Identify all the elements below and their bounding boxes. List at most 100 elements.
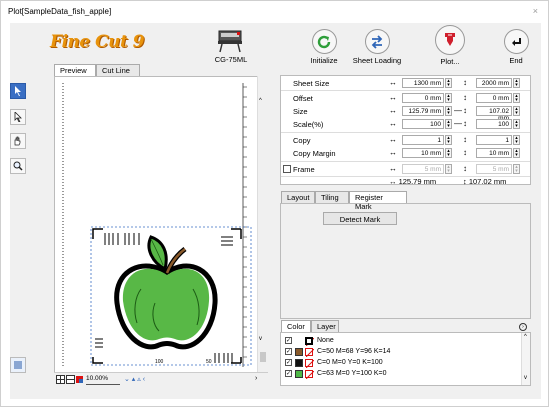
scale-width-field[interactable]: 100 <box>402 119 444 129</box>
list-view-icon[interactable] <box>10 357 26 373</box>
size-height-spinner[interactable]: ▴ ▾ <box>513 106 520 116</box>
scroll-right-icon[interactable]: › <box>255 375 257 382</box>
copy-x-field[interactable]: 1 <box>402 135 444 145</box>
color-swatch <box>295 359 303 367</box>
scale-height-field[interactable]: 100 <box>476 119 512 129</box>
plot-button[interactable]: Plot... <box>430 25 470 66</box>
end-label: End <box>509 56 523 65</box>
width-arrow-icon: ↔ <box>389 119 397 128</box>
pen-swatch <box>305 370 315 380</box>
tab-layer[interactable]: Layer <box>311 320 339 332</box>
width-arrow-icon: ↔ <box>389 164 397 173</box>
color-checkbox[interactable]: ✓ <box>285 348 292 355</box>
preview-vertical-scrollbar[interactable]: ^ v <box>257 76 268 372</box>
link-icon[interactable]: — <box>454 106 462 115</box>
swap-arrows-icon <box>364 29 390 54</box>
scroll-thumb[interactable] <box>260 352 266 362</box>
offset-x-field[interactable]: 0 mm <box>402 93 444 103</box>
sheet-height-field[interactable]: 2000 mm <box>476 78 512 88</box>
plot-icon <box>435 25 465 55</box>
copy-y-spinner[interactable]: ▴ ▾ <box>513 135 520 145</box>
list-item[interactable]: ✓ None <box>285 336 523 347</box>
copy-label: Copy <box>293 136 311 145</box>
scroll-up-icon[interactable]: ^ <box>259 98 267 106</box>
summary-width: ↔ 125.79 mm <box>389 177 437 186</box>
zoom-icon[interactable] <box>10 158 26 174</box>
initialize-label: Initialize <box>310 56 338 65</box>
size-width-spinner[interactable]: ▴ ▾ <box>445 106 452 116</box>
client-area: Fine Cut 9 CG-75ML Initialize Sheet Load… <box>10 23 541 399</box>
initialize-button[interactable]: Initialize <box>302 29 346 65</box>
list-item[interactable]: ✓ C=63 M=0 Y=100 K=0 <box>285 369 523 380</box>
scroll-down-icon[interactable]: v <box>259 336 267 344</box>
copy-margin-x-spinner[interactable]: ▴ ▾ <box>445 148 452 158</box>
list-item[interactable]: ✓ C=50 M=68 Y=96 K=14 <box>285 347 523 358</box>
return-icon <box>503 29 529 54</box>
copy-margin-y-field[interactable]: 10 mm <box>476 148 512 158</box>
height-arrow-icon: ↕ <box>463 106 467 115</box>
select-arrow-icon[interactable] <box>10 83 26 99</box>
tab-color[interactable]: Color <box>281 320 311 332</box>
sheet-loading-label: Sheet Loading <box>352 56 402 65</box>
apple-artwork <box>114 235 218 350</box>
tab-register-mark[interactable]: Register Mark <box>349 191 407 211</box>
plotter-icon <box>218 30 242 53</box>
offset-y-spinner[interactable]: ▴ ▾ <box>513 93 520 103</box>
color-list-scrollbar[interactable]: ^ v <box>521 333 530 385</box>
tab-tiling[interactable]: Tiling <box>315 191 349 203</box>
sheet-height-spinner[interactable]: ▴ ▾ <box>513 78 520 88</box>
frame-checkbox[interactable] <box>283 165 291 173</box>
frame-x-spinner: ▴ ▾ <box>445 164 452 174</box>
zoom-field[interactable]: 10.00% <box>86 375 120 385</box>
sheet-loading-button[interactable]: Sheet Loading <box>349 29 405 65</box>
offset-y-field[interactable]: 0 mm <box>476 93 512 103</box>
menu-arrow-icon[interactable]: › <box>519 323 527 331</box>
size-label: Size <box>293 107 308 116</box>
window-title: Plot[SampleData_fish_apple] <box>8 7 112 16</box>
preview-drawing <box>62 83 252 367</box>
link-icon[interactable]: — <box>454 119 462 128</box>
tab-layout[interactable]: Layout <box>281 191 315 203</box>
tab-cut-line[interactable]: Cut Line <box>96 64 140 76</box>
scale-height-spinner[interactable]: ▴ ▾ <box>513 119 520 129</box>
size-height-field[interactable]: 107.02 mm <box>476 106 512 122</box>
height-arrow-icon: ↕ <box>463 164 467 173</box>
copy-y-field[interactable]: 1 <box>476 135 512 145</box>
color-list: ✓ None ✓ C=50 M=68 Y=96 K=14 ✓ C=0 M=0 Y… <box>280 332 531 386</box>
close-icon[interactable]: × <box>533 6 538 16</box>
copy-x-spinner[interactable]: ▴ ▾ <box>445 135 452 145</box>
height-arrow-icon: ↕ <box>463 148 467 157</box>
copy-margin-y-spinner[interactable]: ▴ ▾ <box>513 148 520 158</box>
sheet-width-field[interactable]: 1300 mm <box>402 78 444 88</box>
refresh-icon <box>311 29 337 54</box>
color-checkbox[interactable]: ✓ <box>285 370 292 377</box>
view-mode-icons[interactable] <box>56 375 84 385</box>
detect-mark-button[interactable]: Detect Mark <box>323 212 397 225</box>
color-name: C=50 M=68 Y=96 K=14 <box>317 348 391 355</box>
node-arrow-icon[interactable] <box>10 109 26 125</box>
size-width-field[interactable]: 125.79 mm <box>402 106 444 116</box>
frame-y-spinner: ▴ ▾ <box>513 164 520 174</box>
offset-x-spinner[interactable]: ▴ ▾ <box>445 93 452 103</box>
width-arrow-icon: ↔ <box>389 135 397 144</box>
tab-preview[interactable]: Preview <box>54 64 96 76</box>
preview-canvas[interactable]: 200 150 100 100 50 <box>54 76 268 386</box>
frame-y-field: 5 mm <box>476 164 512 174</box>
color-checkbox[interactable]: ✓ <box>285 359 292 366</box>
summary-row: ↔ 125.79 mm ↕ 107.02 mm <box>281 176 530 187</box>
color-checkbox[interactable]: ✓ <box>285 337 292 344</box>
copy-row: Copy ↔ 1 ▴ ▾ ↕ 1 ▴ ▾ <box>281 135 530 146</box>
sheet-width-spinner[interactable]: ▴ ▾ <box>445 78 452 88</box>
end-button[interactable]: End <box>501 29 531 65</box>
color-name: C=63 M=0 Y=100 K=0 <box>317 370 387 377</box>
copy-margin-x-field[interactable]: 10 mm <box>402 148 444 158</box>
list-item[interactable]: ✓ C=0 M=0 Y=0 K=100 <box>285 358 523 369</box>
scroll-up-icon[interactable]: ^ <box>524 334 527 340</box>
zoom-controls-icon[interactable]: ⌄ ▴ ▵ ‹ <box>124 375 145 383</box>
scale-width-spinner[interactable]: ▴ ▾ <box>445 119 452 129</box>
frame-x-field: 5 mm <box>402 164 444 174</box>
height-arrow-icon: ↕ <box>463 119 467 128</box>
width-arrow-icon: ↔ <box>389 78 397 87</box>
scroll-down-icon[interactable]: v <box>524 375 527 381</box>
hand-icon[interactable] <box>10 133 26 149</box>
